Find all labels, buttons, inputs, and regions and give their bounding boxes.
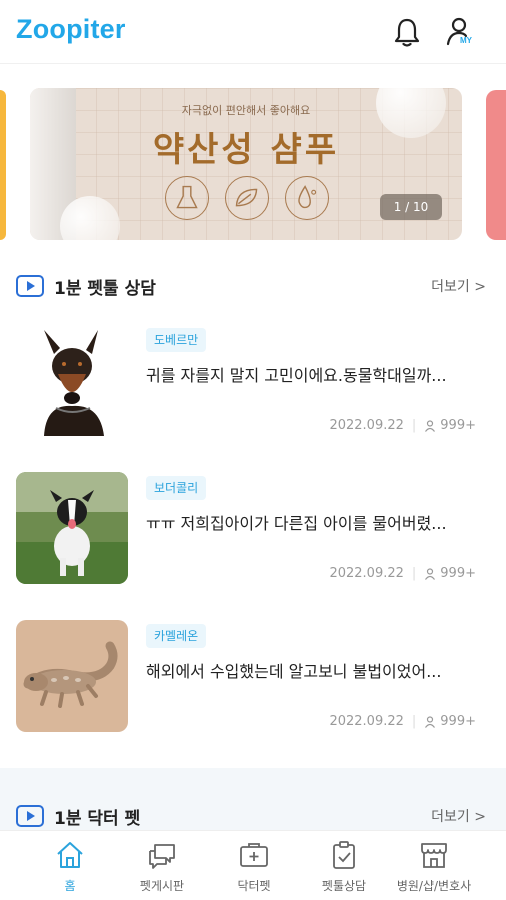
bottom-navigation: 홈 펫게시판 닥터펫 펫툴상담 병원/샵/변호사: [0, 830, 506, 900]
nav-doctor-pet[interactable]: 닥터펫: [208, 839, 300, 895]
post-date: 2022.09.22: [329, 566, 404, 581]
banner-subtitle: 자극없이 편안해서 좋아해요: [181, 104, 311, 117]
nav-pet-consult[interactable]: 펫툴상담: [298, 839, 390, 895]
bell-icon[interactable]: [392, 16, 422, 48]
list-item[interactable]: 카멜레온 해외에서 수입했는데 알고보니 불법이었어... 2022.09.22…: [16, 620, 486, 732]
medical-kit-icon: [240, 843, 268, 867]
view-count: 999+: [440, 714, 476, 729]
nav-label: 닥터펫: [237, 879, 271, 893]
person-icon: [425, 715, 436, 728]
leaf-icon: [225, 176, 269, 220]
nav-home[interactable]: 홈: [24, 839, 116, 895]
more-link[interactable]: 더보기 >: [431, 276, 486, 296]
banner-feature-icons: [165, 176, 335, 232]
post-date: 2022.09.22: [329, 418, 404, 433]
carousel-counter: 1 / 10: [380, 194, 442, 220]
post-title: ㅠㅠ 저희집아이가 다른집 아이를 물어버렸...: [146, 514, 447, 533]
post-title: 귀를 자를지 말지 고민이에요.동물학대일까...: [146, 366, 447, 385]
consult-section-header: 1분 펫툴 상담 더보기 >: [16, 272, 486, 300]
my-badge: MY: [460, 36, 472, 45]
nav-label: 홈: [64, 879, 76, 893]
section-title: 1분 펫툴 상담: [54, 279, 156, 299]
view-count: 999+: [440, 418, 476, 433]
nav-label: 병원/샵/변호사: [396, 879, 472, 893]
doberman-photo: [16, 324, 128, 436]
clipboard-icon: [333, 841, 355, 869]
post-meta: 2022.09.22 | 999+: [329, 418, 476, 433]
app-header: Zoopiter MY: [0, 0, 506, 64]
nav-label: 펫게시판: [139, 879, 185, 893]
carousel-next-slide[interactable]: [486, 90, 506, 240]
doctor-section-header: 1분 닥터 펫 더보기 >: [16, 802, 486, 830]
view-count: 999+: [440, 566, 476, 581]
section-title: 1분 닥터 펫: [54, 809, 141, 829]
more-link[interactable]: 더보기 >: [431, 806, 486, 826]
breed-tag[interactable]: 보더콜리: [146, 476, 207, 500]
breed-tag[interactable]: 카멜레온: [146, 624, 207, 648]
water-drop-icon: [285, 176, 329, 220]
meta-divider: |: [411, 566, 417, 581]
store-icon: [421, 843, 447, 868]
border-collie-photo: [16, 472, 128, 584]
flask-icon: [165, 176, 209, 220]
play-icon: [16, 805, 44, 827]
nav-hospital-shop-lawyer[interactable]: 병원/샵/변호사: [388, 839, 480, 895]
meta-divider: |: [411, 418, 417, 433]
post-date: 2022.09.22: [329, 714, 404, 729]
promo-banner[interactable]: 자극없이 편안해서 좋아해요 약산성 샴푸 1 / 10: [30, 88, 462, 240]
carousel-prev-slide[interactable]: [0, 90, 6, 240]
banner-title: 약산성 샴푸: [152, 130, 340, 170]
person-icon: [425, 419, 436, 432]
breed-tag[interactable]: 도베르만: [146, 328, 207, 352]
post-meta: 2022.09.22 | 999+: [329, 714, 476, 729]
meta-divider: |: [411, 714, 417, 729]
post-meta: 2022.09.22 | 999+: [329, 566, 476, 581]
home-icon: [57, 842, 83, 868]
chameleon-photo: [16, 620, 128, 732]
person-icon: [425, 567, 436, 580]
chat-icon: [149, 844, 175, 869]
nav-label: 펫툴상담: [321, 879, 367, 893]
play-icon: [16, 275, 44, 297]
app-logo[interactable]: Zoopiter: [16, 14, 126, 45]
promo-carousel[interactable]: 자극없이 편안해서 좋아해요 약산성 샴푸 1 / 10: [0, 64, 506, 264]
list-item[interactable]: 도베르만 귀를 자를지 말지 고민이에요.동물학대일까... 2022.09.2…: [16, 324, 486, 436]
list-item[interactable]: 보더콜리 ㅠㅠ 저희집아이가 다른집 아이를 물어버렸... 2022.09.2…: [16, 472, 486, 584]
nav-pet-board[interactable]: 펫게시판: [116, 839, 208, 895]
post-title: 해외에서 수입했는데 알고보니 불법이었어...: [146, 662, 442, 681]
